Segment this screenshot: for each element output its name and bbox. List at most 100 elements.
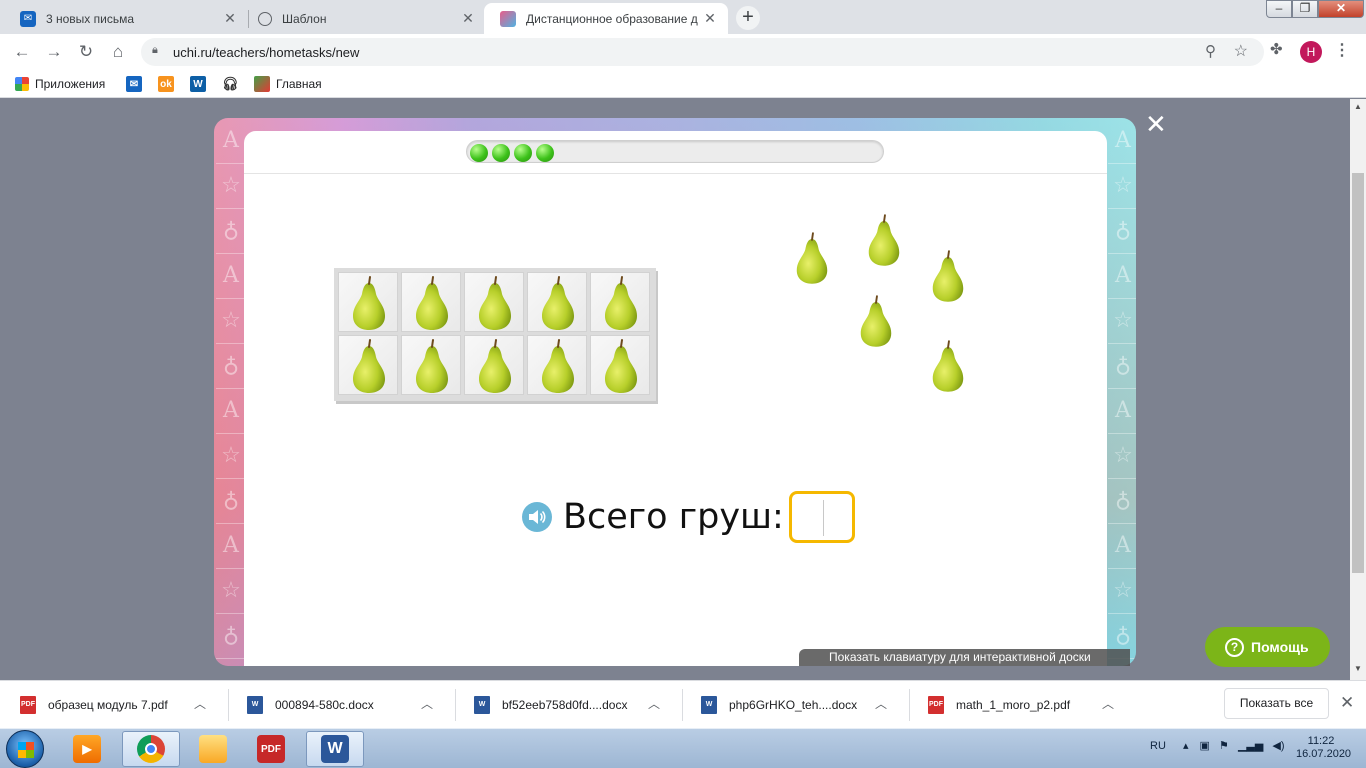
download-item[interactable]: PDF образец модуль 7.pdf ︿ bbox=[0, 689, 220, 721]
progress-dot bbox=[492, 144, 510, 162]
scroll-down-arrow[interactable]: ▼ bbox=[1354, 664, 1362, 673]
decor-tile: A bbox=[1108, 118, 1136, 164]
decor-tile: A bbox=[1108, 388, 1136, 434]
windows-logo-icon bbox=[18, 742, 34, 758]
taskbar-explorer[interactable] bbox=[184, 731, 242, 767]
taskbar-chrome[interactable] bbox=[122, 731, 180, 767]
bookmark-mail[interactable]: ✉ bbox=[126, 74, 148, 94]
decor-tile: A bbox=[1108, 253, 1136, 299]
ten-frame-grid bbox=[334, 268, 656, 401]
pear-icon bbox=[542, 276, 574, 330]
help-label: Помощь bbox=[1251, 639, 1309, 655]
grid-cell bbox=[401, 335, 461, 395]
taskbar-pdf[interactable]: PDF bbox=[242, 731, 300, 767]
tray-arrow-icon[interactable]: ▴ bbox=[1183, 740, 1189, 752]
answer-input[interactable] bbox=[788, 491, 855, 543]
grid-cell bbox=[338, 335, 398, 395]
speaker-icon[interactable] bbox=[522, 502, 552, 532]
clock-date: 16.07.2020 bbox=[1296, 748, 1352, 760]
download-item[interactable]: PDF math_1_moro_p2.pdf ︿ bbox=[908, 689, 1128, 721]
chevron-up-icon[interactable]: ︿ bbox=[648, 695, 660, 712]
apps-grid-icon bbox=[15, 77, 29, 91]
profile-avatar[interactable]: Н bbox=[1300, 41, 1322, 63]
wedding-icon: W bbox=[190, 76, 206, 92]
question-text: Всего груш: bbox=[563, 497, 784, 537]
decor-tile: ♁ bbox=[1108, 343, 1136, 389]
minimize-button[interactable]: – bbox=[1266, 0, 1292, 18]
taskbar-word[interactable]: W bbox=[306, 731, 364, 767]
tab-uchi[interactable]: Дистанционное образование д ✕ bbox=[484, 3, 728, 34]
tab-close-icon[interactable]: ✕ bbox=[222, 10, 238, 27]
odnoklassniki-icon: ok bbox=[158, 76, 174, 92]
pdf-app-icon: PDF bbox=[257, 735, 285, 763]
volume-icon[interactable]: ◀︎) bbox=[1272, 740, 1284, 752]
home-button[interactable]: ⌂ bbox=[106, 40, 130, 64]
headphones-icon: 🎧︎ bbox=[221, 76, 239, 92]
decor-tile: A bbox=[216, 388, 246, 434]
browser-toolbar: ← → ↻ ⌂ 🔒︎ uchi.ru/teachers/hometasks/ne… bbox=[0, 34, 1366, 70]
download-item[interactable]: W php6GrHKO_teh....docx ︿ bbox=[681, 689, 901, 721]
tab-template[interactable]: Шаблон ✕ bbox=[242, 3, 486, 34]
chevron-up-icon[interactable]: ︿ bbox=[194, 695, 206, 712]
tab-mail[interactable]: ✉ 3 новых письма ✕ bbox=[4, 3, 248, 34]
question-row: Всего груш: bbox=[522, 491, 855, 543]
page-scrollbar[interactable]: ▲ ▼ bbox=[1350, 99, 1366, 680]
window-close-button[interactable]: ✕ bbox=[1318, 0, 1364, 18]
zoom-icon[interactable]: ⚲ bbox=[1205, 42, 1216, 60]
bookmark-odnoklassniki[interactable]: ok bbox=[158, 74, 180, 94]
show-keyboard-toggle[interactable]: Показать клавиатуру для интерактивной до… bbox=[799, 649, 1130, 666]
taskbar-media-player[interactable]: ▶ bbox=[58, 731, 116, 767]
bookmark-apps[interactable]: Приложения bbox=[15, 74, 105, 94]
decor-tile: A bbox=[216, 253, 246, 299]
question-mark-icon: ? bbox=[1225, 637, 1244, 657]
close-task-icon[interactable]: ✕ bbox=[1145, 111, 1167, 137]
decor-tile: ☆ bbox=[216, 163, 246, 209]
tab-close-icon[interactable]: ✕ bbox=[460, 10, 476, 27]
forward-button[interactable]: → bbox=[42, 40, 66, 64]
decor-tile: ☆ bbox=[1108, 433, 1136, 479]
bookmark-headphones[interactable]: 🎧︎ bbox=[222, 74, 244, 94]
tab-close-icon[interactable]: ✕ bbox=[702, 10, 718, 27]
system-tray: RU ▴ ▣ ⚑ ▁▃▅ ◀︎) bbox=[1150, 739, 1285, 752]
bookmark-wedding[interactable]: W bbox=[190, 74, 212, 94]
chrome-icon bbox=[137, 735, 165, 763]
extensions-puzzle-icon[interactable]: ✤ bbox=[1270, 40, 1283, 58]
chevron-up-icon[interactable]: ︿ bbox=[421, 695, 433, 712]
address-bar[interactable]: 🔒︎ uchi.ru/teachers/hometasks/new ⚲ ☆ bbox=[141, 38, 1264, 66]
flag-icon[interactable]: ⚑ bbox=[1219, 740, 1229, 752]
page-viewport: A ☆ ♁ A ☆ ♁ A ☆ ♁ A ☆ ♁ A ☆ ♁ A ☆ ♁ A ☆ ♁ A ☆ ♁ ✕ Всего груш: … bbox=[0, 99, 1350, 680]
tray-app-icon[interactable]: ▣ bbox=[1200, 740, 1210, 752]
browser-menu-icon[interactable]: ⋮ bbox=[1334, 40, 1350, 60]
progress-dot bbox=[514, 144, 532, 162]
mail-icon: ✉ bbox=[20, 10, 36, 27]
decor-tile: ☆ bbox=[1108, 163, 1136, 209]
download-item[interactable]: W 000894-580c.docx ︿ bbox=[227, 689, 447, 721]
scroll-thumb[interactable] bbox=[1352, 173, 1364, 573]
explorer-icon bbox=[199, 735, 227, 763]
chevron-up-icon[interactable]: ︿ bbox=[1102, 695, 1114, 712]
close-downloads-icon[interactable]: ✕ bbox=[1340, 693, 1354, 713]
clock[interactable]: 11:22 16.07.2020 bbox=[1296, 735, 1352, 761]
language-indicator[interactable]: RU bbox=[1150, 740, 1166, 752]
new-tab-button[interactable]: + bbox=[736, 6, 760, 30]
grid-cell bbox=[590, 272, 650, 332]
url-text: uchi.ru/teachers/hometasks/new bbox=[173, 45, 360, 60]
help-button[interactable]: ? Помощь bbox=[1205, 627, 1330, 667]
bookmark-home[interactable]: Главная bbox=[254, 74, 322, 94]
bookmarks-bar: Приложения ✉ ok W 🎧︎ Главная bbox=[0, 70, 1366, 98]
decor-tile: ☆ bbox=[216, 433, 246, 479]
grid-cell bbox=[464, 272, 524, 332]
reload-button[interactable]: ↻ bbox=[74, 40, 98, 64]
clock-time: 11:22 bbox=[1307, 735, 1335, 747]
docx-file-icon: W bbox=[701, 696, 717, 714]
start-button[interactable] bbox=[6, 730, 44, 768]
restore-button[interactable]: ❐ bbox=[1292, 0, 1318, 18]
download-item[interactable]: W bf52eeb758d0fd....docx ︿ bbox=[454, 689, 674, 721]
back-button[interactable]: ← bbox=[10, 40, 34, 64]
show-all-downloads-button[interactable]: Показать все bbox=[1224, 688, 1329, 719]
network-icon[interactable]: ▁▃▅ bbox=[1238, 740, 1263, 752]
scroll-up-arrow[interactable]: ▲ bbox=[1354, 102, 1362, 111]
bookmark-star-icon[interactable]: ☆ bbox=[1234, 41, 1248, 61]
download-filename: образец модуль 7.pdf bbox=[48, 698, 168, 712]
chevron-up-icon[interactable]: ︿ bbox=[875, 695, 887, 712]
